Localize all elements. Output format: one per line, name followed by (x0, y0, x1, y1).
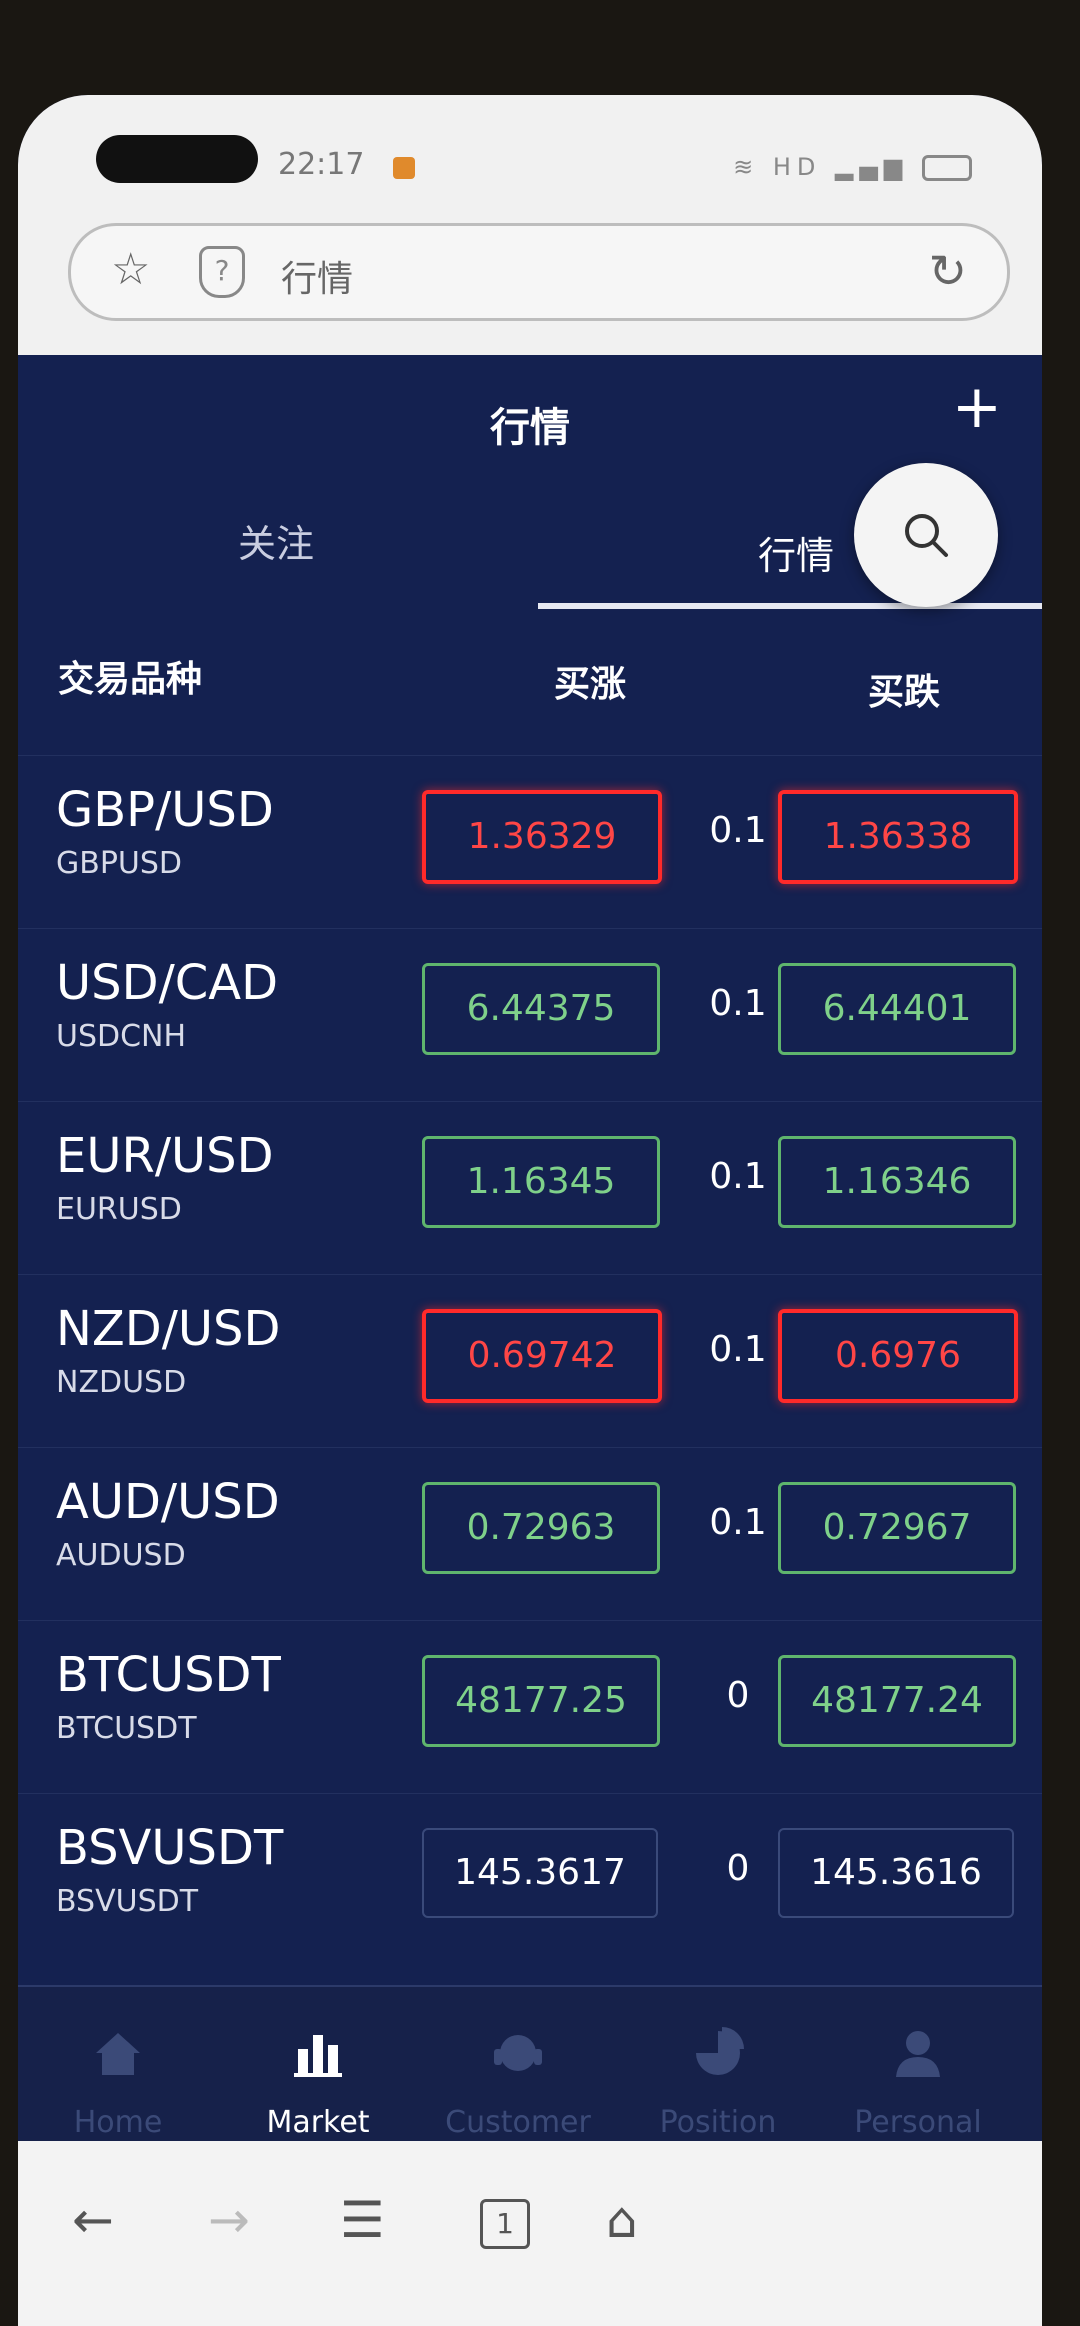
nav-personal-label: Personal (854, 2105, 982, 2140)
quote-row[interactable]: NZD/USD NZDUSD 0.69742 0.1 0.6976 (18, 1274, 1042, 1447)
quote-row[interactable]: EUR/USD EURUSD 1.16345 0.1 1.16346 (18, 1101, 1042, 1274)
menu-icon[interactable]: ☰ (340, 2191, 385, 2249)
quote-row[interactable]: GBP/USD GBPUSD 1.36329 0.1 1.36338 (18, 755, 1042, 928)
column-buy-up: 买涨 (554, 664, 627, 705)
buy-up-price-button[interactable]: 145.3617 (422, 1828, 658, 1918)
url-bar[interactable]: ☆ ? 行情 ↻ (68, 223, 1010, 321)
search-button[interactable] (854, 463, 998, 607)
nav-position-label: Position (659, 2105, 777, 2140)
symbol-code: BTCUSDT (56, 1711, 197, 1746)
forward-arrow-icon[interactable]: → (208, 2191, 250, 2249)
nav-home-label: Home (73, 2105, 163, 2140)
buy-up-price-button[interactable]: 1.16345 (422, 1136, 660, 1228)
add-button[interactable]: + (952, 377, 1002, 437)
spread-value: 0.1 (709, 1329, 767, 1370)
symbol-code: NZDUSD (56, 1365, 187, 1400)
symbol-code: EURUSD (56, 1192, 182, 1227)
symbol-code: BSVUSDT (56, 1884, 199, 1919)
nav-market-label: Market (266, 2105, 370, 2140)
tab-market[interactable]: 行情 (758, 525, 834, 580)
browser-bottom-bar: ← → ☰ 1 ⌂ (18, 2141, 1042, 2326)
search-icon (905, 514, 948, 557)
phone-screen: 22:17 ≋ HD ▂▄▆ ☆ ? 行情 ↻ 行情 + 关注 行情 交易品种 … (18, 95, 1042, 2326)
spread-value: 0.1 (709, 983, 767, 1024)
symbol-code: GBPUSD (56, 846, 183, 881)
buy-up-price-button[interactable]: 1.36329 (422, 790, 662, 884)
symbol-name: GBP/USD (56, 782, 274, 838)
spread-value: 0 (726, 1675, 750, 1716)
spread-value: 0.1 (709, 1502, 767, 1543)
front-camera (96, 135, 258, 183)
column-symbol: 交易品种 (58, 659, 203, 700)
reload-icon[interactable]: ↻ (928, 244, 967, 298)
status-time: 22:17 (278, 147, 365, 182)
buy-down-price-button[interactable]: 0.6976 (778, 1309, 1018, 1403)
buy-up-price-button[interactable]: 0.69742 (422, 1309, 662, 1403)
symbol-name: BTCUSDT (56, 1647, 281, 1703)
bookmark-star-icon[interactable]: ☆ (111, 244, 150, 295)
symbol-code: USDCNH (56, 1019, 187, 1054)
bar-chart-icon (294, 2035, 342, 2077)
symbol-name: AUD/USD (56, 1474, 280, 1530)
quote-row[interactable]: USD/CAD USDCNH 6.44375 0.1 6.44401 (18, 928, 1042, 1101)
person-icon (896, 2031, 940, 2077)
buy-down-price-button[interactable]: 1.36338 (778, 790, 1018, 884)
page-title: 行情 (490, 405, 570, 451)
battery-icon (922, 155, 972, 181)
url-text[interactable]: 行情 (281, 250, 353, 302)
browser-home-icon[interactable]: ⌂ (606, 2191, 638, 2249)
buy-up-price-button[interactable]: 0.72963 (422, 1482, 660, 1574)
security-shield-icon[interactable]: ? (199, 246, 245, 298)
buy-down-price-button[interactable]: 0.72967 (778, 1482, 1016, 1574)
quote-row[interactable]: BTCUSDT BTCUSDT 48177.25 0 48177.24 (18, 1620, 1042, 1793)
buy-up-price-button[interactable]: 48177.25 (422, 1655, 660, 1747)
home-icon (96, 2033, 140, 2075)
notification-icon (393, 157, 415, 179)
status-indicators: ≋ HD ▂▄▆ (733, 153, 972, 181)
buy-down-price-button[interactable]: 6.44401 (778, 963, 1016, 1055)
symbol-name: EUR/USD (56, 1128, 274, 1184)
buy-up-price-button[interactable]: 6.44375 (422, 963, 660, 1055)
symbol-name: NZD/USD (56, 1301, 281, 1357)
spread-value: 0 (726, 1848, 750, 1889)
back-arrow-icon[interactable]: ← (72, 2191, 114, 2249)
quote-row[interactable]: BSVUSDT BSVUSDT 145.3617 0 145.3616 (18, 1793, 1042, 1966)
pie-chart-icon (696, 2027, 744, 2075)
symbol-name: USD/CAD (56, 955, 279, 1011)
headset-icon (494, 2035, 542, 2071)
spread-value: 0.1 (709, 1156, 767, 1197)
spread-value: 0.1 (709, 810, 767, 851)
wifi-icon: ≋ (733, 153, 760, 181)
column-buy-down: 买跌 (868, 672, 941, 713)
tab-follow[interactable]: 关注 (238, 513, 314, 568)
symbol-code: AUDUSD (56, 1538, 186, 1573)
buy-down-price-button[interactable]: 145.3616 (778, 1828, 1014, 1918)
tab-active-indicator (538, 603, 1042, 609)
nav-customer-label: Customer (445, 2105, 591, 2140)
tabs-count-icon[interactable]: 1 (480, 2199, 530, 2249)
symbol-name: BSVUSDT (56, 1820, 284, 1876)
buy-down-price-button[interactable]: 48177.24 (778, 1655, 1016, 1747)
buy-down-price-button[interactable]: 1.16346 (778, 1136, 1016, 1228)
quote-row[interactable]: AUD/USD AUDUSD 0.72963 0.1 0.72967 (18, 1447, 1042, 1620)
browser-top-bar: 22:17 ≋ HD ▂▄▆ ☆ ? 行情 ↻ (18, 95, 1042, 355)
hd-badge: HD (772, 153, 822, 181)
signal-icon: ▂▄▆ (834, 153, 909, 181)
